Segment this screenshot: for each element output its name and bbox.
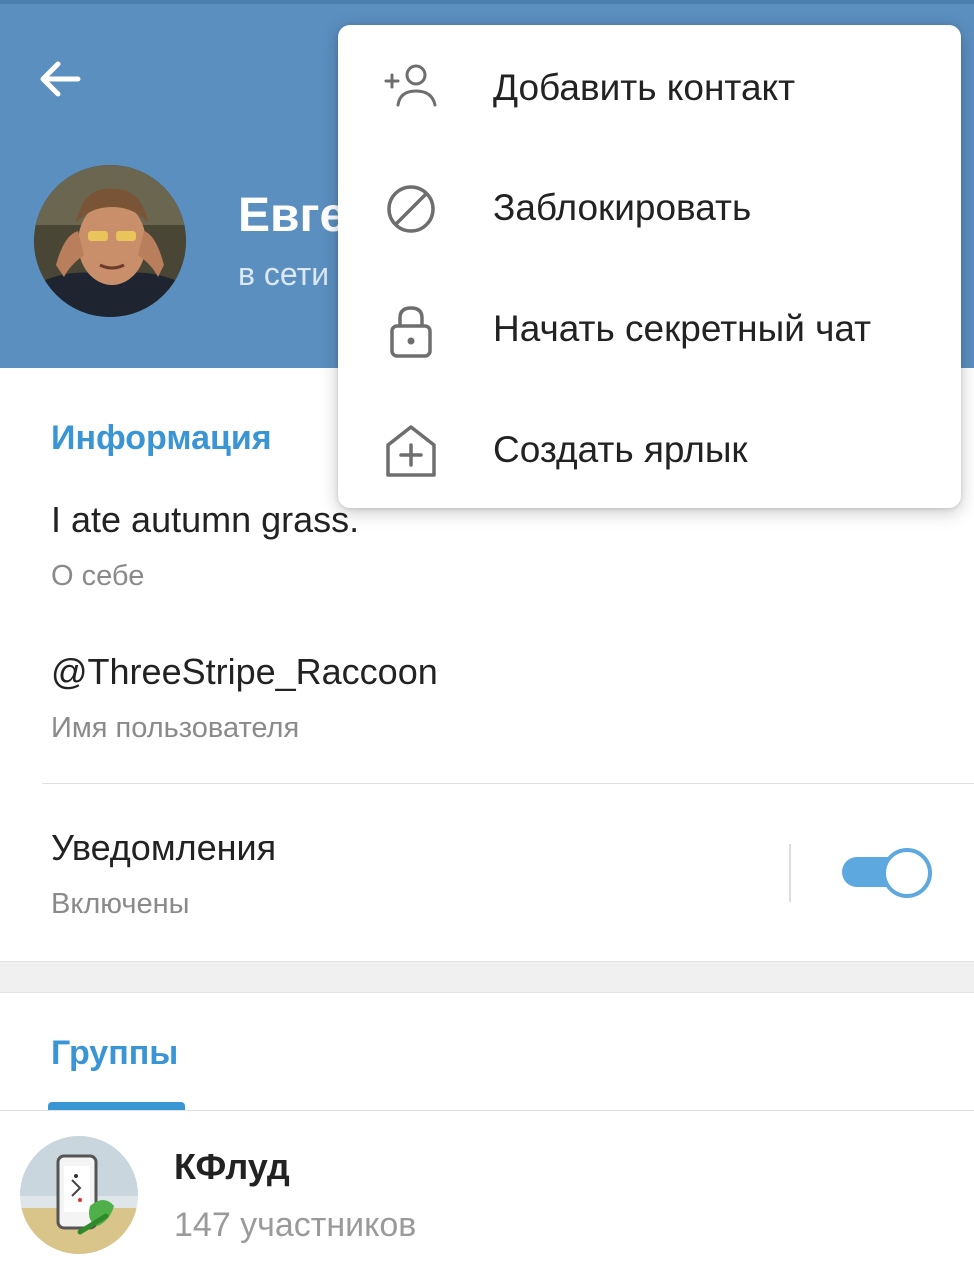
menu-item-add-contact[interactable]: Добавить контакт: [338, 27, 961, 147]
group-avatar: [20, 1136, 138, 1254]
menu-item-create-shortcut[interactable]: Создать ярлык: [338, 389, 961, 509]
group-list-item[interactable]: КФлуд 147 участников: [0, 1112, 974, 1280]
group-members-count: 147 участников: [174, 1206, 417, 1244]
back-button[interactable]: [30, 52, 90, 106]
divider: [42, 783, 974, 784]
notifications-label[interactable]: Уведомления: [51, 827, 276, 869]
back-arrow-icon: [40, 61, 81, 97]
bio-label: О себе: [51, 560, 145, 592]
section-gap: [0, 961, 974, 993]
block-icon: [387, 185, 435, 233]
profile-status: в сети: [238, 256, 330, 292]
profile-avatar[interactable]: [34, 165, 186, 317]
username-value[interactable]: @ThreeStripe_Raccoon: [51, 651, 438, 693]
menu-item-block[interactable]: Заблокировать: [338, 147, 961, 267]
tabs-divider: [0, 1110, 974, 1111]
group-avatar-image: [20, 1136, 138, 1254]
profile-photo: [34, 165, 186, 317]
bio-value[interactable]: I ate autumn grass.: [51, 499, 359, 541]
menu-item-label: Добавить контакт: [493, 67, 796, 108]
info-section-title: Информация: [51, 419, 272, 457]
notifications-state: Включены: [51, 888, 190, 920]
add-shortcut-icon: [386, 425, 436, 477]
menu-item-secret-chat[interactable]: Начать секретный чат: [338, 268, 961, 388]
lock-icon: [390, 306, 432, 358]
context-menu: Добавить контакт Заблокировать Начать се…: [338, 25, 961, 508]
tab-active-indicator: [48, 1102, 185, 1110]
group-name: КФлуд: [174, 1146, 290, 1187]
add-contact-icon: [384, 64, 437, 107]
notifications-toggle[interactable]: [842, 846, 932, 898]
menu-item-label: Заблокировать: [493, 187, 752, 228]
vertical-separator: [789, 844, 791, 902]
username-label: Имя пользователя: [51, 712, 300, 744]
toggle-knob: [882, 848, 932, 898]
menu-item-label: Начать секретный чат: [493, 308, 872, 349]
menu-item-label: Создать ярлык: [493, 429, 748, 470]
tab-groups[interactable]: Группы: [51, 1034, 178, 1073]
profile-name: Евге: [238, 189, 347, 242]
